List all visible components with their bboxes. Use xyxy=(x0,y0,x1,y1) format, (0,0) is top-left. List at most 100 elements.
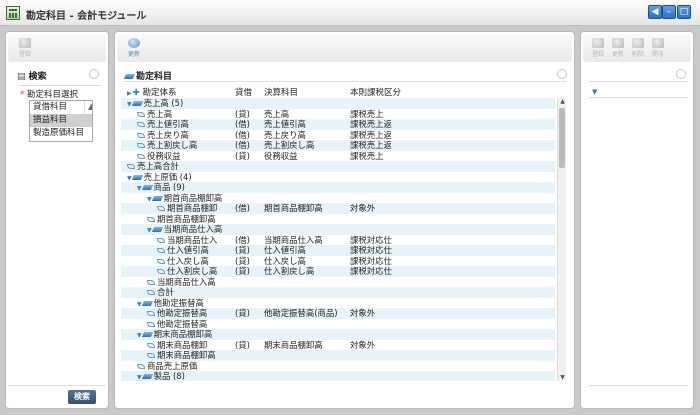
folder-icon xyxy=(141,300,153,306)
settings-gear-icon[interactable] xyxy=(557,69,567,79)
tree-node[interactable]: 役務収益 xyxy=(137,151,181,162)
register-button[interactable]: 登録 xyxy=(16,38,34,58)
search-button[interactable]: 検索 xyxy=(68,390,96,404)
expand-toggle-icon[interactable]: ▼ xyxy=(137,185,142,192)
kessan-account: 役務収益 xyxy=(264,150,298,161)
scroll-thumb[interactable] xyxy=(559,108,565,168)
tree-row[interactable]: 仕入値引高 (貸) 仕入値引高 課税対応仕 xyxy=(121,245,555,256)
tree-row[interactable]: 当期商品仕入高 xyxy=(121,277,555,288)
settings-gear-icon[interactable] xyxy=(89,69,99,79)
tree-row[interactable]: 売上値引高 (借) 売上値引高 課税売上返 xyxy=(121,119,555,130)
tree-row[interactable]: 売上戻り高 (借) 売上戻り高 課税売上返 xyxy=(121,130,555,141)
tree-row[interactable]: 当期商品仕入 (借) 当期商品仕入高 課税対応仕 xyxy=(121,235,555,246)
tree-scrollbar[interactable]: ▲ ▼ xyxy=(557,98,566,381)
column-header-dc[interactable]: 貸借 xyxy=(235,86,252,98)
account-name: 売上高 (5) xyxy=(143,98,184,108)
expand-toggle-icon[interactable]: ▼ xyxy=(137,374,142,381)
tree-row[interactable]: 期首商品棚卸高 xyxy=(121,214,555,225)
tree-node[interactable]: 仕入値引高 xyxy=(157,245,209,256)
divider xyxy=(19,85,101,86)
tree-node[interactable]: 当期商品仕入 xyxy=(157,235,217,246)
account-leaf-icon xyxy=(137,122,145,127)
tree-node[interactable]: 売上高合計 xyxy=(127,161,179,172)
close-button[interactable]: 閉る xyxy=(649,38,667,58)
account-leaf-icon xyxy=(127,164,135,169)
tree-row[interactable]: 他勘定振替高 (貸) 他勘定振替高(商品) 対象外 xyxy=(121,308,555,319)
tree-row[interactable]: 売上高合計 xyxy=(121,161,555,172)
tree-row[interactable]: ▼ 当期商品仕入高 xyxy=(121,224,555,235)
tree-node[interactable]: 合計 xyxy=(147,287,174,298)
tree-node[interactable]: 期首商品棚卸 xyxy=(157,203,217,214)
column-header-kessan[interactable]: 決算科目 xyxy=(264,86,298,98)
tree-row[interactable]: 仕入割戻し高 (貸) 仕入割戻し高 課税対応仕 xyxy=(121,266,555,277)
list-option[interactable]: 貸借科目 xyxy=(30,101,92,114)
update-button[interactable]: 更新 xyxy=(125,38,143,58)
tree-row[interactable]: 期首商品棚卸 (借) 期首商品棚卸高 対象外 xyxy=(121,203,555,214)
delete-button[interactable]: 削除 xyxy=(629,38,647,58)
tree-row[interactable]: ▼ 売上原価 (4) xyxy=(121,172,555,183)
tree-row[interactable]: 合計 xyxy=(121,287,555,298)
account-name: 他勘定振替高 xyxy=(153,297,204,308)
account-type-list[interactable]: 貸借科目 損益科目 製造原価科目 ▲▼ xyxy=(29,100,93,142)
account-name: 当期商品仕入高 xyxy=(163,224,223,234)
tree-row[interactable]: 他勘定振替高 xyxy=(121,319,555,330)
tree-row[interactable]: ▼ 期首商品棚卸高 xyxy=(121,193,555,204)
tree-row[interactable]: ▼ 商品 (9) xyxy=(121,182,555,193)
tree-node[interactable]: 期末商品棚卸 xyxy=(147,340,207,351)
tree-node[interactable]: 売上戻り高 xyxy=(137,130,189,141)
tree-node[interactable]: 他勘定振替高 xyxy=(147,308,207,319)
register-button[interactable]: 登録 xyxy=(589,38,607,58)
update-button[interactable]: 更新 xyxy=(609,38,627,58)
tree-row[interactable]: ▼ 他勘定振替高 xyxy=(121,298,555,309)
expand-toggle-icon[interactable]: ▼ xyxy=(137,332,142,339)
tree-node[interactable]: 売上高 xyxy=(137,109,172,120)
account-name: 期末商品棚卸高 xyxy=(157,350,216,360)
expand-toggle-icon[interactable]: ▼ xyxy=(147,227,152,234)
tree-row[interactable]: 期末商品棚卸高 xyxy=(121,350,555,361)
scroll-down-icon[interactable]: ▼ xyxy=(558,374,567,381)
account-tree[interactable]: ▼ 売上高 (5) 売上高 (貸) 売上高 課税売上 売上値引高 (借) 売上値引高 課税売上返売… xyxy=(121,98,555,381)
tree-node[interactable]: ▼ 製品 (8) xyxy=(137,371,185,381)
tree-row[interactable]: 役務収益 (貸) 役務収益 課税売上 xyxy=(121,151,555,162)
tree-row[interactable]: ▼ 製品 (8) xyxy=(121,371,555,381)
expand-all-icon[interactable]: ▶ xyxy=(127,90,132,97)
calculator-icon xyxy=(6,6,20,20)
tree-node[interactable]: 当期商品仕入高 xyxy=(147,277,216,288)
expand-toggle-icon[interactable]: ▼ xyxy=(147,196,152,203)
tree-row[interactable]: 売上割戻し高 (借) 売上割戻し高 課税売上返 xyxy=(121,140,555,151)
tree-node[interactable]: 仕入割戻し高 xyxy=(157,266,217,277)
tree-row[interactable]: 売上高 (貸) 売上高 課税売上 xyxy=(121,109,555,120)
tree-node[interactable]: 売上値引高 xyxy=(137,119,189,130)
tree-row[interactable]: ▼ 売上高 (5) xyxy=(121,98,555,109)
column-header-name[interactable]: ▶✚ 勘定体系 xyxy=(127,86,176,98)
list-scrollbar[interactable]: ▲▼ xyxy=(84,101,92,114)
tree-node[interactable]: 期末商品棚卸高 xyxy=(147,350,216,361)
tree-row[interactable]: 期末商品棚卸 (貸) 期末商品棚卸高 対象外 xyxy=(121,340,555,351)
tree-row[interactable]: ▼ 期末商品棚卸高 xyxy=(121,329,555,340)
expand-toggle-icon[interactable]: ▼ xyxy=(137,301,142,308)
collapse-icon[interactable]: ▼ xyxy=(592,88,597,96)
back-icon[interactable]: ◀ xyxy=(648,5,662,19)
expand-toggle-icon[interactable]: ▼ xyxy=(127,101,132,108)
tree-node[interactable]: 売上割戻し高 xyxy=(137,140,197,151)
search-title-text: 検索 xyxy=(28,72,47,82)
list-option[interactable]: 製造原価科目 xyxy=(30,127,92,140)
register-icon xyxy=(19,38,31,48)
scroll-up-icon[interactable]: ▲ xyxy=(558,98,567,105)
tree-row[interactable]: 商品売上原価 xyxy=(121,361,555,372)
settings-gear-icon[interactable] xyxy=(676,69,686,79)
tree-node[interactable]: 仕入戻し高 xyxy=(157,256,209,267)
tree-row[interactable]: 仕入戻し高 (貸) 仕入戻し高 課税対応仕 xyxy=(121,256,555,267)
debit-credit: (借) xyxy=(235,203,250,213)
tree-node[interactable]: 商品売上原価 xyxy=(137,361,197,372)
tree-node[interactable]: 期首商品棚卸高 xyxy=(147,214,216,225)
add-icon[interactable]: ✚ xyxy=(133,88,140,98)
maximize-icon[interactable]: □ xyxy=(677,5,691,19)
list-option-selected[interactable]: 損益科目 xyxy=(30,114,92,127)
expand-toggle-icon[interactable]: ▼ xyxy=(127,175,132,182)
tree-node[interactable]: 他勘定振替高 xyxy=(147,319,207,330)
minimize-icon[interactable]: – xyxy=(662,5,676,19)
column-header-tax[interactable]: 本則課税区分 xyxy=(350,86,401,98)
account-leaf-icon xyxy=(147,279,155,285)
tax-category: 課税売上返 xyxy=(350,129,392,140)
